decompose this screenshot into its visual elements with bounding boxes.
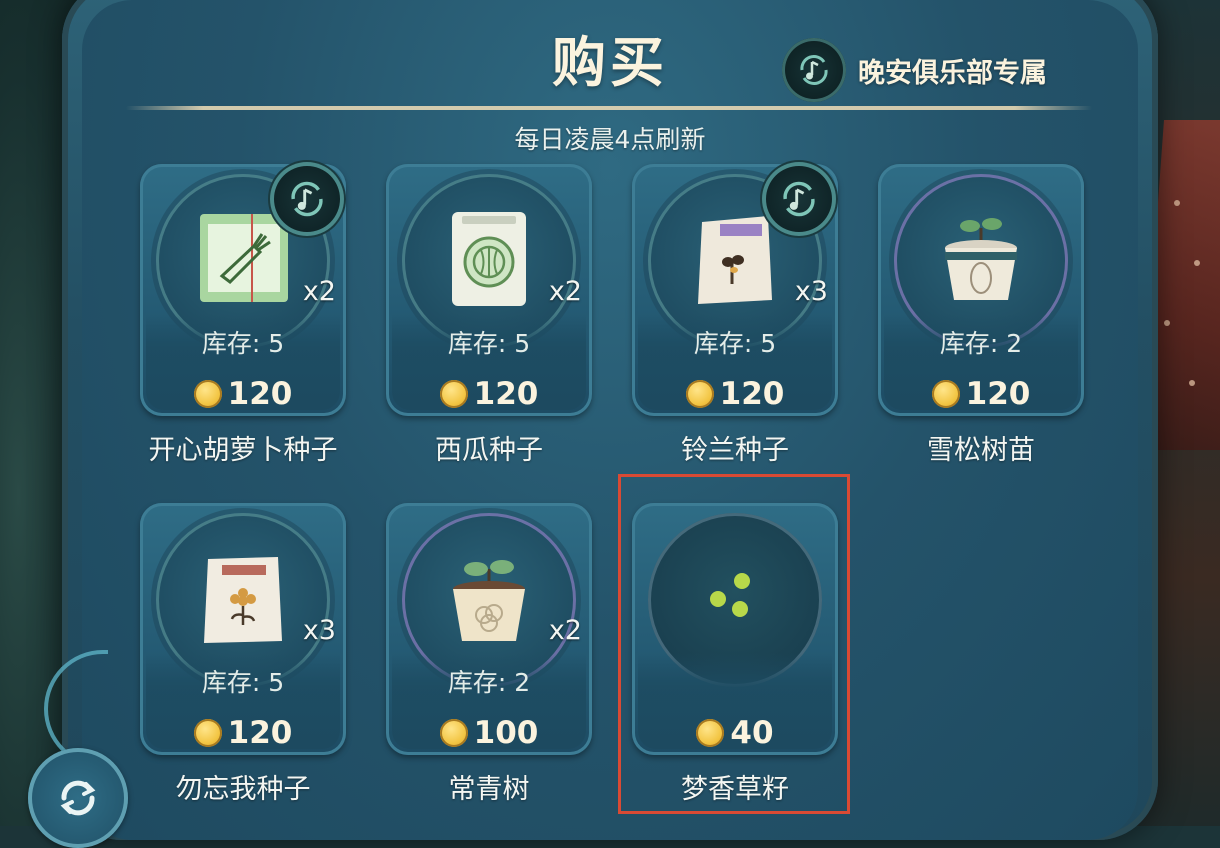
coin-icon xyxy=(439,380,468,408)
item-name: 常青树 xyxy=(448,774,530,805)
item-stock: 库存: 2 xyxy=(447,668,531,697)
club-exclusive-indicator[interactable]: 晚安俱乐部专属 xyxy=(782,38,1047,102)
item-name: 开心胡萝卜种子 xyxy=(148,435,338,466)
item-quantity: x3 xyxy=(794,276,828,307)
coin-icon xyxy=(931,380,960,408)
cedar-sapling-pot-icon xyxy=(945,218,1017,300)
item-price-row: 120 xyxy=(386,376,592,412)
coin-icon xyxy=(193,719,222,747)
item-stock: 库存: 5 xyxy=(201,329,285,358)
item-name: 雪松树苗 xyxy=(927,435,1035,466)
coin-icon xyxy=(685,380,714,408)
tent-dot xyxy=(1174,200,1180,206)
item-price-row: 120 xyxy=(632,376,838,412)
shop-item-carrot-seed[interactable]: x2 库存: 5 120 开心胡萝卜种子 xyxy=(140,162,346,466)
item-price: 120 xyxy=(965,376,1031,412)
forget-me-not-seed-bag-icon xyxy=(204,557,282,643)
item-stock: 库存: 5 xyxy=(447,329,531,358)
item-price: 100 xyxy=(473,715,539,751)
tent-dot xyxy=(1164,320,1170,326)
item-quantity: x2 xyxy=(548,276,582,307)
coin-icon xyxy=(439,719,468,747)
shop-item-cedar-sapling[interactable]: 库存: 2 120 雪松树苗 xyxy=(878,164,1084,466)
tent-dot xyxy=(1194,260,1200,266)
title-divider xyxy=(126,106,1092,110)
exclusive-badge-icon xyxy=(270,162,344,236)
item-price: 120 xyxy=(227,376,293,412)
item-price: 120 xyxy=(473,376,539,412)
item-price-row: 120 xyxy=(878,376,1084,412)
item-price-row: 100 xyxy=(386,715,592,751)
item-name: 勿忘我种子 xyxy=(175,774,311,805)
music-note-icon xyxy=(782,38,846,102)
club-label: 晚安俱乐部专属 xyxy=(858,57,1047,89)
item-stock: 库存: 2 xyxy=(939,329,1023,358)
evergreen-pot-icon xyxy=(453,560,525,641)
item-quantity: x2 xyxy=(302,276,336,307)
selection-highlight xyxy=(618,474,850,814)
coin-icon xyxy=(193,380,222,408)
item-name: 铃兰种子 xyxy=(681,435,789,466)
tent-dot xyxy=(1189,380,1195,386)
page-title: 购买 xyxy=(552,31,668,94)
item-price-row: 120 xyxy=(140,376,346,412)
refresh-note: 每日凌晨4点刷新 xyxy=(514,125,706,154)
shop-item-watermelon-seed[interactable]: x2 库存: 5 120 西瓜种子 xyxy=(386,164,592,466)
item-stock: 库存: 5 xyxy=(201,668,285,697)
item-quantity: x2 xyxy=(548,615,582,646)
watermelon-seed-packet-icon xyxy=(452,212,526,306)
shop-item-lily-seed[interactable]: x3 库存: 5 120 铃兰种子 xyxy=(632,162,838,466)
item-price-row: 120 xyxy=(140,715,346,751)
item-stock: 库存: 5 xyxy=(693,329,777,358)
exclusive-badge-icon xyxy=(762,162,836,236)
refresh-button[interactable] xyxy=(28,748,128,848)
item-quantity: x3 xyxy=(302,615,336,646)
shop-item-evergreen[interactable]: x2 库存: 2 100 常青树 xyxy=(386,503,592,805)
item-name: 西瓜种子 xyxy=(435,435,543,466)
item-price: 120 xyxy=(719,376,785,412)
refresh-icon xyxy=(60,780,96,816)
item-price: 120 xyxy=(227,715,293,751)
shop-item-forget-me-not-seed[interactable]: x3 库存: 5 120 勿忘我种子 xyxy=(140,503,346,805)
